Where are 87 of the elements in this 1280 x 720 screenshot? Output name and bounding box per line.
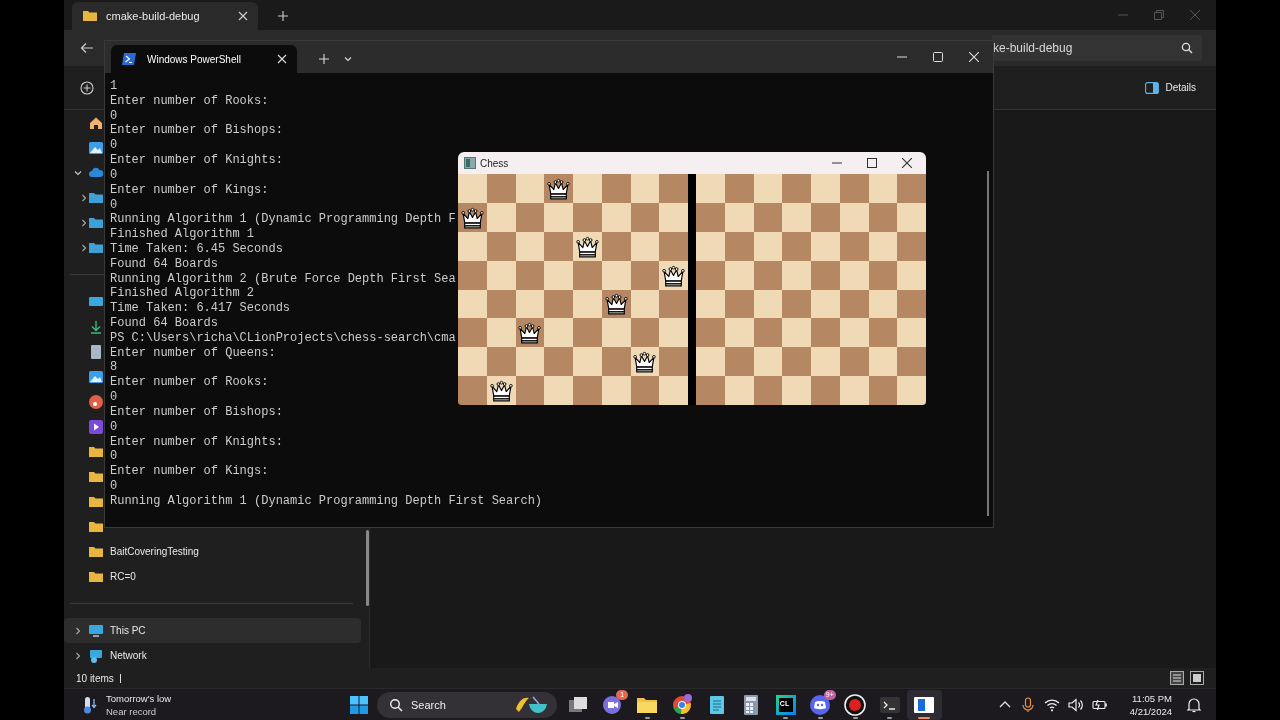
console-line: 0 (110, 197, 118, 213)
download-icon[interactable] (88, 318, 104, 335)
music-icon[interactable] (88, 393, 104, 410)
console-line: Enter number of Bishops: (110, 123, 283, 139)
weather-subtitle: Near record (106, 704, 158, 718)
console-line: Enter number of Kings: (110, 464, 269, 479)
item-count: 10 items (76, 672, 114, 684)
console-line: Running Algorithm 2 (Brute Force Depth First Sea (110, 271, 456, 287)
console-line: Time Taken: 6.417 Seconds (110, 301, 291, 316)
console-line: Running Algorithm 1 (Dynamic Programming Depth First Search) (110, 493, 543, 509)
taskbar-search[interactable]: Search (377, 691, 557, 718)
console-line: Time Taken: 6.45 Seconds (110, 241, 283, 257)
notification-bell-icon[interactable] (1186, 696, 1202, 713)
sidebar-item[interactable]: This PC (64, 618, 361, 643)
new-tab-icon[interactable] (319, 54, 329, 64)
volume-icon[interactable] (1067, 696, 1084, 713)
scrollbar[interactable] (366, 530, 369, 606)
scrollbar[interactable] (987, 171, 989, 516)
sidebar-item[interactable]: Network (64, 643, 361, 668)
text-caret (119, 673, 121, 683)
picture-icon[interactable] (88, 139, 104, 156)
console-line: Enter number of Knights: (110, 153, 283, 168)
console-line: Enter number of Queens: (110, 345, 276, 361)
terminal-tab[interactable]: Windows PowerShell (111, 45, 297, 73)
console-line: 1 (110, 79, 118, 94)
chevron-right-icon[interactable] (80, 243, 88, 252)
video-call-icon (601, 693, 624, 716)
console-line: 0 (110, 449, 118, 465)
weather-title: Tomorrow's low (106, 691, 172, 705)
app-icon (464, 157, 476, 169)
start-icon[interactable] (349, 694, 369, 715)
powershell-icon (121, 51, 137, 67)
close-icon[interactable] (902, 158, 912, 168)
microphone-icon[interactable] (1019, 696, 1036, 713)
sidebar-item[interactable]: RC=0 (64, 564, 361, 589)
folder-tab[interactable]: cmake-build-debug (72, 2, 258, 30)
console-line: 8 (110, 360, 118, 376)
console-line: Enter number of Rooks: (110, 93, 269, 109)
restore-icon[interactable] (1154, 10, 1164, 20)
console-line: Finished Algorithm 2 (110, 286, 255, 302)
details-pane-icon (1145, 80, 1160, 95)
folder-icon (82, 8, 98, 24)
browser-icon (671, 693, 694, 716)
video-icon[interactable] (88, 418, 104, 435)
dropdown-icon[interactable] (343, 54, 353, 64)
console-line: Running Algorithm 1 (Dynamic Programming Depth F (110, 212, 456, 228)
list-view-icon[interactable] (1170, 671, 1184, 685)
window-title: Chess (480, 157, 509, 169)
network-icon (88, 647, 104, 664)
console-line: Found 64 Boards (110, 256, 219, 272)
console-line: 0 (110, 167, 118, 183)
search-icon (389, 697, 403, 712)
console-line: 0 (110, 138, 118, 154)
maximize-icon[interactable] (867, 158, 877, 168)
new-tab-icon[interactable] (278, 11, 288, 21)
weather-widget[interactable]: Tomorrow's low Near record (64, 691, 349, 718)
computer-icon (88, 622, 104, 639)
chevron-right-icon[interactable] (80, 218, 88, 227)
console-line: Finished Algorithm 1 (110, 227, 255, 242)
console-line: Enter number of Rooks: (110, 375, 269, 391)
details-button[interactable]: Details (1139, 76, 1202, 99)
clock[interactable]: 11:05 PM 4/21/2024 (1129, 691, 1172, 718)
console-line: Enter number of Knights: (110, 434, 283, 450)
console-line: 0 (110, 419, 118, 435)
tiles-view-icon[interactable] (1190, 671, 1204, 685)
chevron-right-icon (74, 651, 82, 660)
picture-icon[interactable] (88, 368, 104, 385)
console-line: Found 64 Boards (110, 316, 219, 331)
add-icon[interactable] (80, 80, 94, 95)
console-line: Enter number of Bishops: (110, 404, 283, 420)
taskbar-app[interactable] (906, 689, 942, 720)
console-line: 0 (110, 108, 118, 124)
search-field[interactable]: ke-build-debug (992, 35, 1202, 61)
console-line: 0 (110, 390, 118, 405)
search-icon (1181, 42, 1193, 54)
search-highlight-icon (513, 694, 549, 715)
chevron-down-icon[interactable] (74, 168, 82, 177)
console-line: Enter number of Kings: (110, 182, 269, 198)
console-line: PS C:\Users\richa\CLionProjects\chess-search\cma (110, 330, 456, 346)
record-icon (844, 693, 867, 716)
console-line: 0 (110, 478, 118, 494)
back-arrow-icon[interactable] (80, 41, 94, 55)
sidebar-item[interactable]: BaitCoveringTesting (64, 539, 361, 564)
document-icon[interactable] (88, 343, 104, 360)
chevron-right-icon[interactable] (80, 193, 88, 202)
game-controller-icon (809, 693, 832, 716)
chevron-right-icon (74, 626, 82, 635)
